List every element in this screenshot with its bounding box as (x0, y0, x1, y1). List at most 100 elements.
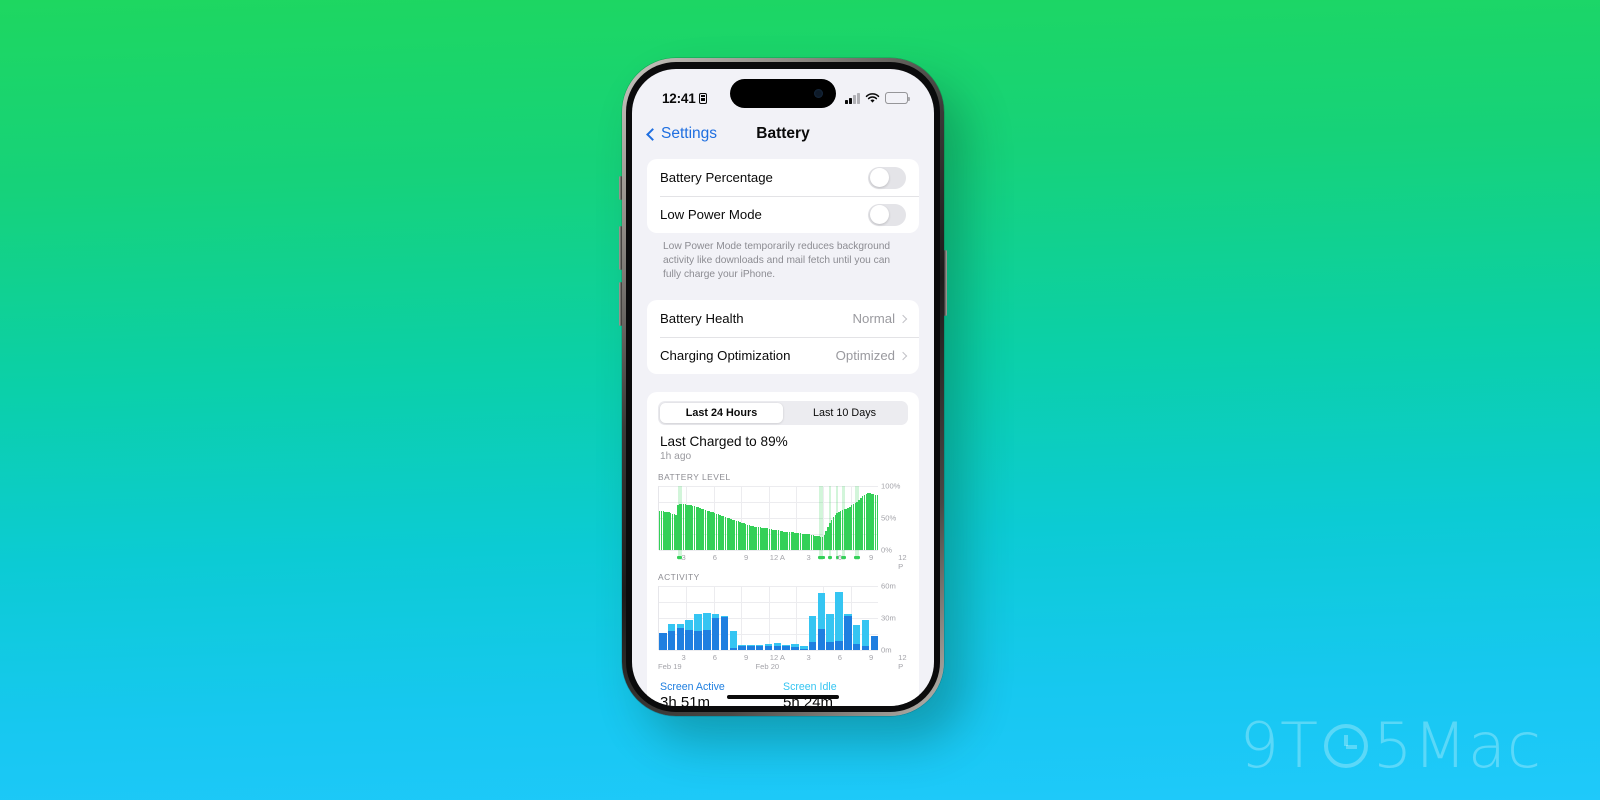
activity-legend: Screen Active 3h 51m Screen Idle 5h 24m (647, 673, 919, 706)
x-tick-label: 6 (712, 553, 717, 563)
activity-bar (720, 616, 729, 651)
activity-bar-idle (703, 612, 711, 630)
charging-band (836, 486, 839, 561)
activity-bar-active (667, 631, 676, 651)
activity-bar (729, 631, 738, 651)
activity-bar-active (808, 641, 817, 651)
x-tick-label: 3 (681, 653, 686, 663)
low-power-mode-footnote: Low Power Mode temporarily reduces backg… (663, 241, 891, 281)
activity-bar (773, 642, 782, 651)
dynamic-island (730, 79, 836, 108)
toggle-knob (869, 168, 889, 187)
settings-scroll-content[interactable]: Battery Percentage Low Power Mode Low Po… (632, 153, 934, 706)
cellular-signal-icon (845, 92, 860, 104)
activity-bar-active (844, 616, 852, 651)
last-charged-subtitle: 1h ago (660, 451, 692, 463)
mute-switch[interactable] (619, 176, 622, 200)
time-range-segmented-control[interactable]: Last 24 Hours Last 10 Days (658, 401, 908, 426)
side-power-button[interactable] (944, 250, 947, 316)
activity-bar-idle (817, 592, 826, 629)
low-power-mode-toggle[interactable] (868, 203, 906, 226)
wifi-icon (865, 92, 880, 104)
activity-bar-active (720, 617, 729, 651)
activity-bar-active (694, 631, 702, 651)
watermark-post: 5Mac (1372, 709, 1542, 782)
activity-bar (676, 623, 685, 651)
publisher-watermark: 9T 5Mac (1240, 709, 1542, 782)
charging-band (855, 486, 859, 561)
battery-toggles-card: Battery Percentage Low Power Mode (647, 159, 919, 233)
charging-optimization-right: Optimized (835, 348, 908, 364)
legend-screen-active-label: Screen Active (660, 681, 725, 694)
activity-chart-title: ACTIVITY (658, 572, 700, 583)
activity-bar-active (703, 629, 711, 651)
y-tick-label: 100% (881, 481, 901, 491)
activity-bar-active (835, 640, 843, 651)
row-battery-percentage[interactable]: Battery Percentage (647, 159, 919, 196)
activity-bar-active (659, 633, 667, 651)
activity-bar-idle (852, 624, 861, 644)
watermark-pre: 9T (1239, 709, 1319, 782)
last-charged-block: Last Charged to 89% 1h ago (647, 425, 919, 462)
activity-chart-area: 60m 30m 0m (658, 582, 908, 655)
charging-optimization-value: Optimized (835, 348, 895, 364)
activity-bar-active (711, 618, 720, 651)
x-tick-label: 9 (744, 553, 749, 563)
row-charging-optimization[interactable]: Charging Optimization Optimized (647, 337, 919, 374)
x-tick-label: 6 (837, 653, 842, 663)
legend-screen-idle-label: Screen Idle (783, 681, 837, 694)
activity-bar (861, 620, 870, 651)
clock-icon (1323, 723, 1368, 768)
activity-x-axis: 3 6 9 12 A 3 6 9 12 P (658, 650, 908, 671)
activity-bar (667, 623, 676, 651)
battery-level-bar (876, 494, 879, 551)
charging-optimization-label: Charging Optimization (660, 348, 791, 364)
last-charged-title: Last Charged to 89% (660, 434, 788, 450)
legend-screen-idle: Screen Idle 5h 24m (783, 681, 906, 706)
chevron-right-icon (898, 351, 908, 360)
low-power-mode-label: Low Power Mode (660, 207, 762, 222)
battery-level-chart-block: BATTERY LEVEL 100% 50% 0% 3 6 9 12 A 3 6 9 12 P (647, 462, 919, 571)
activity-chart-block: ACTIVITY 60m 30m 0m 3 6 9 12 A 3 6 9 12 P Feb 19 F… (647, 562, 919, 673)
battery-health-right: Normal (853, 311, 908, 326)
battery-percentage-toggle[interactable] (868, 166, 906, 189)
charging-band (841, 486, 845, 561)
volume-up-button[interactable] (619, 226, 622, 270)
activity-plot (658, 586, 879, 651)
chevron-right-icon (898, 314, 908, 323)
battery-level-y-axis: 100% 50% 0% (881, 482, 908, 555)
x-tick-label: 9 (744, 653, 749, 663)
activity-bar (870, 636, 879, 651)
activity-date-labels: Feb 19 Feb 20 (658, 662, 908, 673)
row-low-power-mode[interactable]: Low Power Mode (647, 196, 919, 233)
x-tick-label: 3 (681, 553, 686, 563)
activity-bar (808, 616, 817, 651)
y-tick-label: 60m (881, 581, 896, 591)
activity-bar (835, 591, 843, 651)
activity-bar-idle (835, 591, 843, 641)
battery-percentage-label: Battery Percentage (660, 170, 773, 185)
segment-last-24-hours[interactable]: Last 24 Hours (660, 403, 783, 424)
x-tick-label: 3 (806, 653, 811, 663)
toggle-knob (869, 205, 889, 224)
home-indicator[interactable] (727, 694, 839, 699)
volume-down-button[interactable] (619, 282, 622, 326)
battery-level-chart-area: 100% 50% 0% (658, 482, 908, 561)
segment-last-10-days[interactable]: Last 10 Days (783, 403, 906, 423)
activity-bar (852, 624, 861, 651)
battery-detail-card: Battery Health Normal Charging Optimizat… (647, 300, 919, 375)
activity-bar-idle (729, 631, 738, 649)
status-bar: 12:41 (632, 69, 934, 115)
activity-bar-active (685, 629, 693, 651)
y-tick-label: 30m (881, 613, 896, 623)
back-button-settings[interactable]: Settings (646, 125, 717, 143)
navigation-bar: Settings Battery (632, 115, 934, 153)
activity-bar (659, 633, 667, 651)
row-battery-health[interactable]: Battery Health Normal (647, 300, 919, 337)
activity-bar-idle (861, 620, 870, 646)
activity-bars (659, 586, 879, 651)
battery-level-x-axis: 3 6 9 12 A 3 6 9 12 P (658, 550, 908, 571)
date-label: Feb 19 (658, 662, 682, 672)
y-tick-label: 50% (881, 513, 897, 523)
